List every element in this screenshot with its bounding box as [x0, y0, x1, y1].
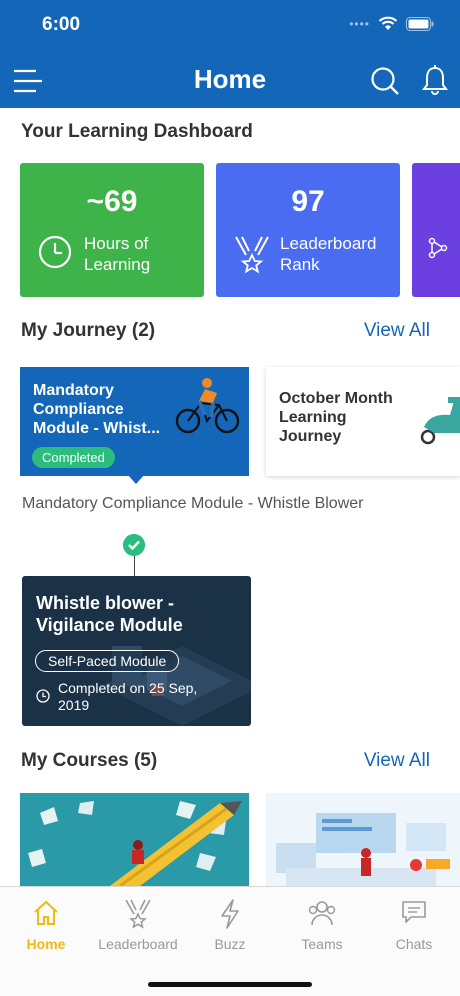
- home-indicator: [148, 982, 312, 987]
- hours-value: ~69: [86, 185, 138, 218]
- cyclist-illustration: [175, 378, 240, 434]
- course-card-2[interactable]: [266, 793, 460, 886]
- rank-label-line1: Leaderboard: [280, 234, 377, 253]
- journey-card-title-line3: Journey: [279, 428, 342, 445]
- self-paced-badge: Self-Paced Module: [35, 650, 180, 672]
- journey-caption: Mandatory Compliance Module - Whistle Bl…: [22, 495, 364, 512]
- rank-label: Leaderboard Rank: [280, 233, 376, 275]
- hours-label: Hours of Learning: [84, 233, 150, 275]
- journey-card-title-line1: October Month: [279, 390, 393, 407]
- courses-view-all-link[interactable]: View All: [364, 750, 430, 772]
- hours-label-line2: Learning: [84, 255, 151, 274]
- completed-badge: Completed: [32, 447, 115, 468]
- hours-label-line1: Hours of: [84, 234, 149, 253]
- journey-card-title-line2: Compliance: [33, 401, 124, 418]
- status-bar: 6:00 ••••: [0, 0, 460, 50]
- status-icons: ••••: [349, 16, 434, 31]
- bottom-tab-bar: Home Leaderboard Buzz Teams Chats: [0, 886, 460, 996]
- network-icon: [428, 237, 448, 259]
- clock-icon: [36, 689, 50, 703]
- medal-icon: [125, 899, 151, 929]
- card-pointer: [128, 475, 144, 484]
- third-stat-card[interactable]: [412, 163, 460, 297]
- module-title-line2: Vigilance Module: [36, 615, 183, 635]
- tab-chats-label: Chats: [395, 936, 433, 952]
- battery-icon: [406, 16, 434, 31]
- checkmark-icon: [123, 534, 145, 556]
- tab-chats[interactable]: Chats: [368, 887, 460, 957]
- journey-card-title: October Month Learning Journey: [279, 389, 393, 446]
- course-thumbnail-workspace: [266, 793, 460, 886]
- search-icon[interactable]: [370, 66, 400, 96]
- rank-label-line2: Rank: [280, 255, 320, 274]
- top-navbar: Home: [0, 50, 460, 108]
- medal-icon: [235, 236, 269, 273]
- journey-card-title: Mandatory Compliance Module - Whist...: [33, 381, 160, 438]
- module-date-line2: 2019: [58, 697, 90, 713]
- dashboard-title: Your Learning Dashboard: [21, 121, 253, 142]
- journey-title: My Journey (2): [21, 320, 156, 341]
- course-card-1[interactable]: [20, 793, 249, 886]
- course-thumbnail-pencil: [20, 793, 249, 886]
- status-time: 6:00: [42, 14, 81, 35]
- tab-teams[interactable]: Teams: [276, 887, 368, 957]
- signal-icon: ••••: [349, 16, 370, 31]
- leaderboard-rank-card[interactable]: 97 Leaderboard Rank: [216, 163, 400, 297]
- module-title-line1: Whistle blower -: [36, 593, 175, 613]
- bell-icon[interactable]: [422, 65, 448, 95]
- lightning-icon: [221, 899, 239, 929]
- rank-value: 97: [291, 185, 325, 218]
- wifi-icon: [378, 16, 398, 30]
- journey-card-title-line2: Learning: [279, 409, 347, 426]
- journey-card-mandatory-compliance[interactable]: Mandatory Compliance Module - Whist... C…: [20, 367, 249, 484]
- clock-icon: [38, 235, 72, 269]
- module-completed-date: Completed on 25 Sep, 2019: [58, 680, 197, 714]
- chat-icon: [402, 901, 426, 923]
- people-icon: [308, 901, 336, 926]
- hours-of-learning-card[interactable]: ~69 Hours of Learning: [20, 163, 204, 297]
- journey-view-all-link[interactable]: View All: [364, 320, 430, 342]
- tab-leaderboard[interactable]: Leaderboard: [92, 887, 184, 957]
- scooter-illustration: [420, 397, 460, 445]
- tab-home[interactable]: Home: [0, 887, 92, 957]
- journey-card-october-month[interactable]: October Month Learning Journey: [266, 367, 460, 476]
- journey-card-title-line3: Module - Whist...: [33, 420, 161, 437]
- module-card-whistle-blower[interactable]: Whistle blower - Vigilance Module Self-P…: [22, 576, 251, 726]
- timeline-connector: [134, 556, 135, 576]
- journey-card-title-line1: Mandatory: [33, 382, 114, 399]
- courses-title: My Courses (5): [21, 750, 158, 771]
- module-title: Whistle blower - Vigilance Module: [36, 592, 183, 636]
- home-icon: [34, 900, 58, 925]
- tab-buzz[interactable]: Buzz: [184, 887, 276, 957]
- module-date-line1: Completed on 25 Sep,: [58, 680, 198, 696]
